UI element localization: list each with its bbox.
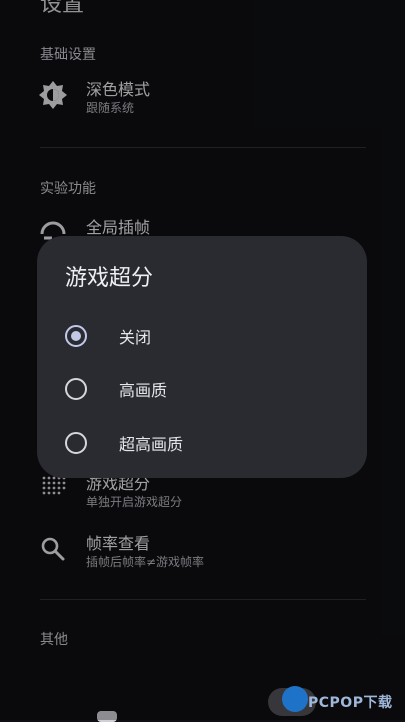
- watermark-text: PCPOP下载: [308, 695, 393, 711]
- option-high-quality[interactable]: 高画质: [57, 367, 353, 411]
- game-super-resolution-dialog: 游戏超分 关闭 高画质 超高画质: [37, 236, 367, 478]
- radio-button[interactable]: [65, 432, 87, 454]
- watermark: PCPOP下载: [268, 684, 405, 720]
- watermark-logo-icon: [282, 686, 308, 712]
- radio-button[interactable]: [65, 378, 87, 400]
- radio-button-checked[interactable]: [65, 325, 87, 347]
- option-label: 关闭: [119, 328, 152, 347]
- dialog-title: 游戏超分: [65, 266, 154, 291]
- option-ultra-high-quality[interactable]: 超高画质: [57, 421, 353, 465]
- option-label: 超高画质: [119, 435, 184, 454]
- option-label: 高画质: [119, 381, 168, 400]
- option-off[interactable]: 关闭: [57, 314, 353, 358]
